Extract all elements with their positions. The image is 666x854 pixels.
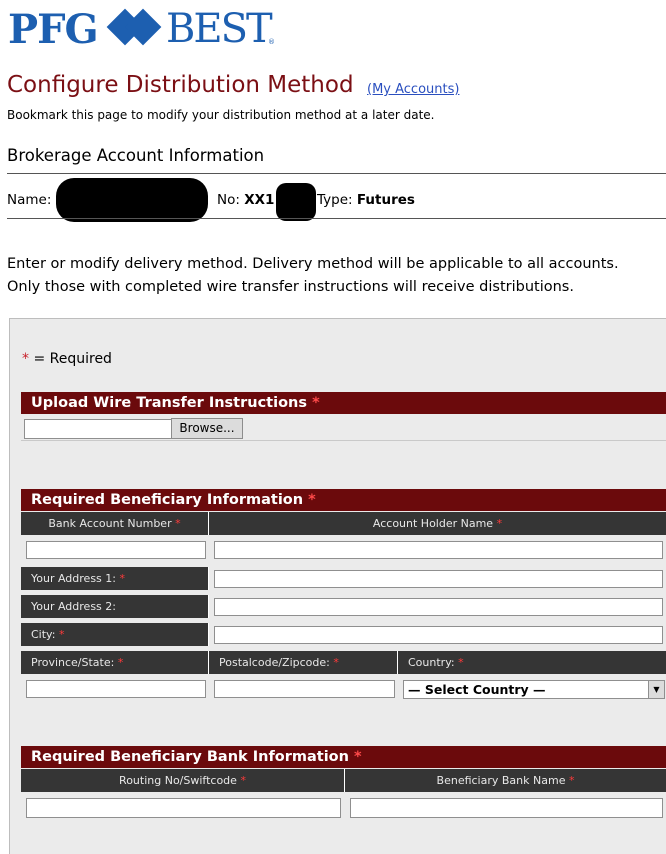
- province-label: Province/State: *: [21, 651, 209, 674]
- account-type-row: Type: Futures: [317, 192, 415, 208]
- address2-label: Your Address 2:: [21, 595, 209, 618]
- routing-label: Routing No/Swiftcode *: [21, 769, 345, 792]
- divider: [7, 173, 666, 174]
- browse-button[interactable]: Browse...: [171, 418, 243, 439]
- account-no-value: XX1: [244, 192, 275, 208]
- province-input[interactable]: [26, 680, 206, 698]
- required-star: *: [354, 749, 362, 765]
- required-star: *: [312, 395, 320, 411]
- intro-text: Enter or modify delivery method. Deliver…: [7, 253, 619, 299]
- distribution-form-panel: * = Required Upload Wire Transfer Instru…: [9, 318, 666, 854]
- bank-account-number-input[interactable]: [26, 541, 206, 559]
- country-select[interactable]: — Select Country — ▼: [403, 680, 665, 699]
- account-no-label: No:: [217, 192, 240, 208]
- city-input[interactable]: [214, 626, 663, 644]
- logo-registered-mark: ®: [268, 38, 275, 46]
- required-star: *: [308, 492, 316, 508]
- bank-name-input[interactable]: [350, 798, 663, 818]
- upload-section-header: Upload Wire Transfer Instructions *: [21, 392, 666, 414]
- account-holder-name-input[interactable]: [214, 541, 663, 559]
- beneficiary-section-title: Required Beneficiary Information: [31, 492, 304, 508]
- required-legend: * = Required: [22, 351, 112, 367]
- intro-line-1: Enter or modify delivery method. Deliver…: [7, 256, 619, 272]
- address2-input[interactable]: [214, 598, 663, 616]
- account-type-label: Type:: [317, 192, 353, 208]
- account-info-row: Name:: [7, 192, 51, 208]
- city-label: City: *: [21, 623, 209, 646]
- name-label: Name:: [7, 192, 52, 208]
- my-accounts-link[interactable]: (My Accounts): [367, 82, 459, 97]
- account-holder-name-label: Account Holder Name *: [209, 512, 666, 535]
- pfg-best-logo: PFG BEST ®: [4, 4, 276, 53]
- country-select-value: — Select Country —: [408, 682, 546, 697]
- address1-label: Your Address 1: *: [21, 567, 209, 590]
- redacted-account-number: [276, 183, 316, 221]
- divider: [21, 440, 666, 441]
- redacted-name: [56, 178, 208, 222]
- postal-label: Postalcode/Zipcode: *: [209, 651, 398, 674]
- bank-section-title: Required Beneficiary Bank Information: [31, 749, 349, 765]
- dropdown-arrow-icon[interactable]: ▼: [648, 681, 664, 698]
- routing-input[interactable]: [26, 798, 341, 818]
- postal-input[interactable]: [214, 680, 395, 698]
- upload-section-title: Upload Wire Transfer Instructions: [31, 395, 307, 411]
- intro-line-2: Only those with completed wire transfer …: [7, 279, 574, 295]
- logo-text-best: BEST: [166, 6, 273, 52]
- beneficiary-section-header: Required Beneficiary Information *: [21, 489, 666, 511]
- logo-text-pfg: PFG: [8, 6, 99, 53]
- required-star: *: [22, 351, 29, 367]
- divider: [7, 218, 666, 219]
- bank-name-label: Beneficiary Bank Name *: [345, 769, 666, 792]
- page-title: Configure Distribution Method: [7, 72, 354, 98]
- file-path-input[interactable]: [24, 419, 172, 439]
- address1-input[interactable]: [214, 570, 663, 588]
- country-label: Country: *: [398, 651, 666, 674]
- bookmark-note: Bookmark this page to modify your distri…: [7, 108, 435, 122]
- account-type-value: Futures: [356, 192, 415, 208]
- bank-account-number-label: Bank Account Number *: [21, 512, 209, 535]
- account-number-row: No: XX1: [217, 192, 274, 208]
- required-legend-text: = Required: [29, 351, 112, 367]
- account-section-heading: Brokerage Account Information: [7, 146, 265, 165]
- bank-section-header: Required Beneficiary Bank Information *: [21, 746, 666, 768]
